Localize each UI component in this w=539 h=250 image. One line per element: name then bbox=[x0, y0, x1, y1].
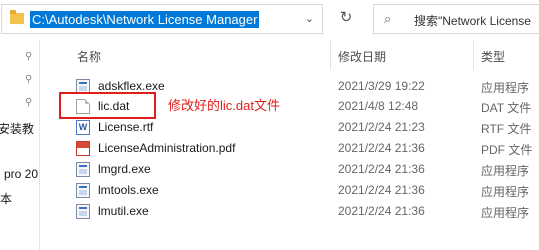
chevron-down-icon[interactable]: ⌄ bbox=[305, 12, 314, 25]
refresh-button[interactable]: ↻ bbox=[332, 4, 360, 34]
rtf-file-icon bbox=[76, 120, 90, 135]
file-type: 应用程序 bbox=[481, 164, 530, 178]
file-type: RTF 文件 bbox=[481, 122, 532, 136]
file-type: DAT 文件 bbox=[481, 101, 532, 115]
highlight-box bbox=[59, 92, 156, 119]
file-type: 应用程序 bbox=[481, 81, 530, 95]
column-type[interactable]: 类型 bbox=[481, 48, 505, 65]
file-type: 应用程序 bbox=[481, 206, 530, 220]
exe-icon bbox=[76, 183, 90, 198]
refresh-icon: ↻ bbox=[339, 9, 353, 26]
pin-icon[interactable]: ⚲ bbox=[25, 52, 35, 62]
file-date: 2021/3/29 19:22 bbox=[338, 79, 425, 93]
nav-item[interactable]: 安装教 bbox=[0, 120, 34, 137]
file-row[interactable]: lmgrd.exe 2021/2/24 21:36 应用程序 bbox=[40, 159, 539, 180]
annotation-text: 修改好的lic.dat文件 bbox=[168, 98, 280, 113]
exe-icon bbox=[76, 204, 90, 219]
file-date: 2021/2/24 21:36 bbox=[338, 204, 425, 218]
file-date: 2021/2/24 21:23 bbox=[338, 120, 425, 134]
toolbar: C:\Autodesk\Network License Manager ⌄ ↻ … bbox=[0, 0, 539, 40]
column-divider[interactable] bbox=[473, 40, 474, 70]
pdf-file-icon bbox=[76, 141, 90, 156]
column-divider[interactable] bbox=[330, 40, 331, 70]
search-icon: ⌕ bbox=[384, 11, 392, 26]
file-row[interactable]: LicenseAdministration.pdf 2021/2/24 21:3… bbox=[40, 138, 539, 159]
file-name: LicenseAdministration.pdf bbox=[98, 141, 236, 155]
nav-item[interactable]: pro 20 bbox=[4, 167, 38, 181]
nav-item[interactable]: 本 bbox=[0, 190, 12, 207]
column-header: 名称 修改日期 类型 bbox=[40, 40, 539, 70]
file-date: 2021/4/8 12:48 bbox=[338, 99, 419, 113]
column-date[interactable]: 修改日期 bbox=[338, 48, 386, 65]
address-path[interactable]: C:\Autodesk\Network License Manager bbox=[30, 11, 260, 28]
pin-icon[interactable]: ⚲ bbox=[25, 98, 35, 108]
file-name: License.rtf bbox=[98, 120, 154, 134]
file-type: PDF 文件 bbox=[481, 143, 533, 157]
file-name: lmgrd.exe bbox=[98, 162, 151, 176]
search-placeholder[interactable]: 搜索"Network License bbox=[414, 12, 531, 29]
file-type: 应用程序 bbox=[481, 185, 530, 199]
navigation-pane: ⚲ ⚲ ⚲ 安装教 pro 20 本 bbox=[0, 40, 40, 250]
address-bar[interactable]: C:\Autodesk\Network License Manager ⌄ bbox=[1, 4, 323, 34]
pin-icon[interactable]: ⚲ bbox=[25, 75, 35, 85]
exe-icon bbox=[76, 162, 90, 177]
file-name: lmtools.exe bbox=[98, 183, 159, 197]
file-row[interactable]: lmtools.exe 2021/2/24 21:36 应用程序 bbox=[40, 180, 539, 201]
file-row[interactable]: License.rtf 2021/2/24 21:23 RTF 文件 bbox=[40, 117, 539, 138]
file-name: lmutil.exe bbox=[98, 204, 149, 218]
search-box[interactable]: ⌕ 搜索"Network License bbox=[373, 4, 539, 34]
file-row[interactable]: lmutil.exe 2021/2/24 21:36 应用程序 bbox=[40, 201, 539, 222]
file-name: adskflex.exe bbox=[98, 79, 165, 93]
file-date: 2021/2/24 21:36 bbox=[338, 162, 425, 176]
folder-icon bbox=[10, 10, 24, 24]
column-name[interactable]: 名称 bbox=[77, 48, 101, 65]
file-date: 2021/2/24 21:36 bbox=[338, 183, 425, 197]
file-date: 2021/2/24 21:36 bbox=[338, 141, 425, 155]
